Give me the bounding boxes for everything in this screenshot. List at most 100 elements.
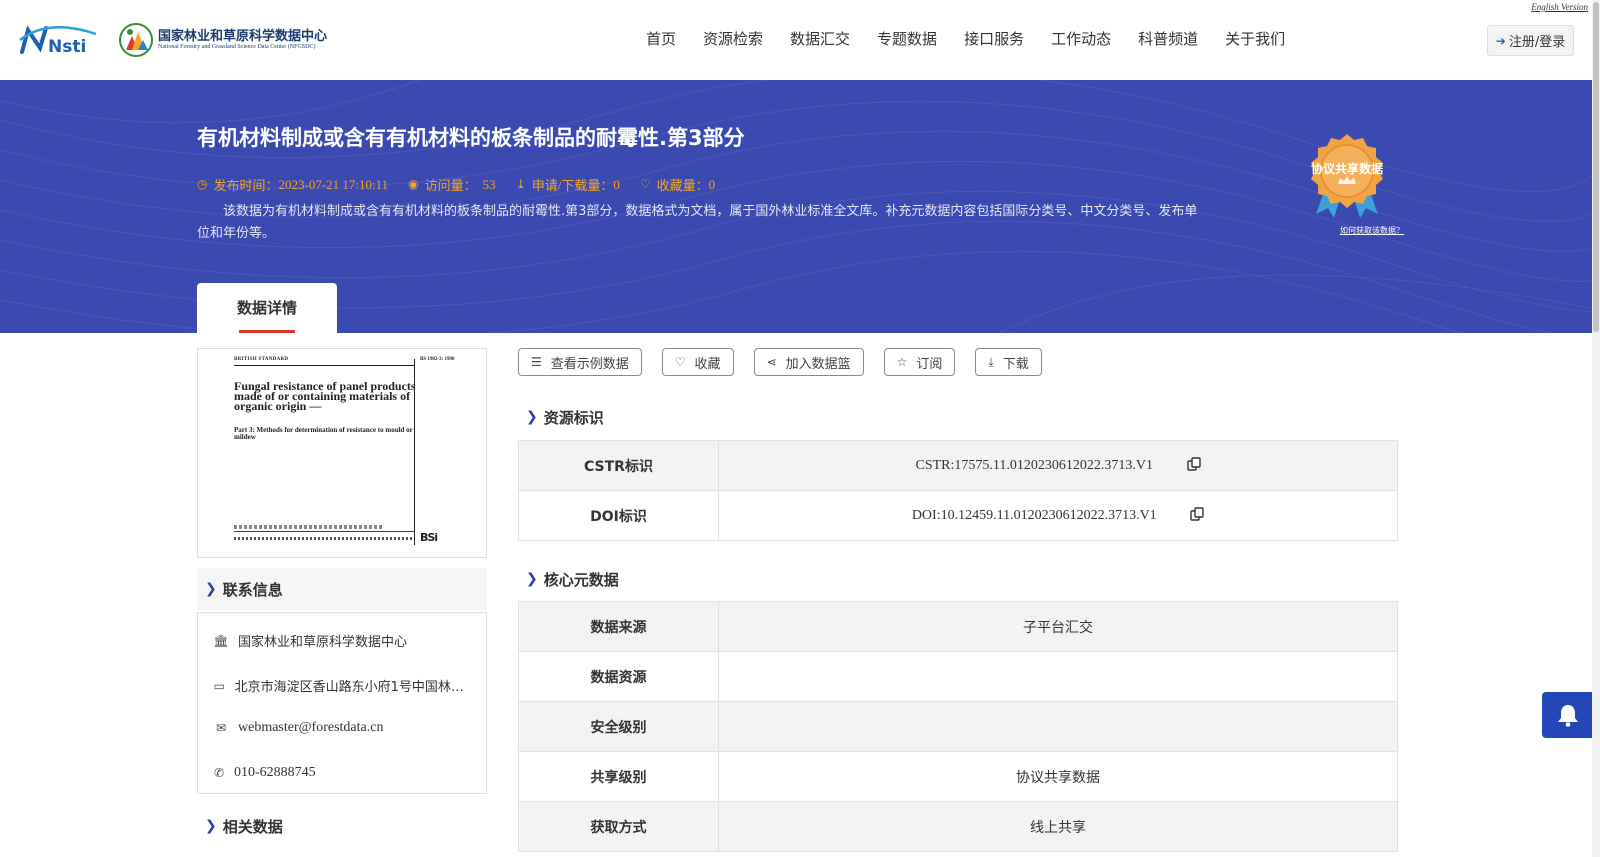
nsti-logo[interactable]: Nsti bbox=[18, 22, 98, 57]
add-to-basket-label: 加入数据篮 bbox=[785, 356, 851, 372]
document-cover: BRITISH STANDARD BS 1982-3: 1990 Fungal … bbox=[230, 355, 472, 551]
how-to-get-link[interactable]: 如何获取该数据？ bbox=[1340, 225, 1404, 236]
english-version-link[interactable]: English Version bbox=[1531, 2, 1588, 12]
subscribe-button[interactable]: ☆ 订阅 bbox=[883, 348, 956, 376]
cover-footer-rule bbox=[234, 531, 414, 532]
tab-data-detail[interactable]: 数据详情 bbox=[197, 283, 337, 333]
resource-id-heading-label: 资源标识 bbox=[543, 408, 604, 427]
view-sample-button[interactable]: ☰ 查看示例数据 bbox=[518, 348, 642, 376]
scrollbar-thumb[interactable] bbox=[1593, 2, 1599, 332]
dataset-title: 有机材料制成或含有有机材料的板条制品的耐霉性.第3部分 bbox=[197, 126, 745, 150]
nav-topic-data[interactable]: 专题数据 bbox=[877, 28, 937, 49]
main-nav: 首页 资源检索 数据汇交 专题数据 接口服务 工作动态 科普频道 关于我们 bbox=[646, 28, 1312, 49]
star-icon: ☆ bbox=[896, 355, 908, 369]
map-icon: ▭ bbox=[213, 678, 225, 693]
favorite-button[interactable]: ♡ 收藏 bbox=[661, 348, 734, 376]
chevron-right-icon: ❯ bbox=[526, 571, 538, 587]
phone-icon: ✆ bbox=[213, 766, 225, 780]
data-resource-key: 数据资源 bbox=[518, 651, 719, 702]
access-method-value: 线上共享 bbox=[718, 801, 1398, 852]
customer-service-button[interactable] bbox=[1542, 692, 1594, 738]
login-label: 注册/登录 bbox=[1508, 35, 1566, 50]
security-level-value bbox=[718, 701, 1398, 752]
nav-work-news[interactable]: 工作动态 bbox=[1051, 28, 1111, 49]
envelope-icon: ✉ bbox=[215, 721, 227, 735]
sign-in-icon: ➔ bbox=[1495, 33, 1506, 48]
bell-icon bbox=[1558, 705, 1578, 727]
document-thumbnail[interactable]: BRITISH STANDARD BS 1982-3: 1990 Fungal … bbox=[197, 348, 487, 558]
cover-rule bbox=[234, 365, 414, 366]
nfgsdc-name-cn: 国家林业和草原科学数据中心 bbox=[158, 29, 328, 44]
publish-time-value: 2023-07-21 17:10:11 bbox=[278, 176, 389, 192]
visit-count-label: 访问量： bbox=[424, 178, 477, 193]
bsi-logo: BSi bbox=[420, 531, 438, 544]
page-scrollbar[interactable] bbox=[1592, 0, 1600, 857]
favorite-count: ♡ 收藏量： 0 bbox=[640, 175, 715, 194]
contact-address-text: 北京市海淀区香山路东小府1号中国林业科学研究院 bbox=[234, 680, 474, 695]
cstr-value: CSTR:17575.11.0120230612022.3713.V1 bbox=[915, 458, 1154, 473]
dataset-description: 该数据为有机材料制成或含有有机材料的板条制品的耐霉性.第3部分，数据格式为文档，… bbox=[197, 204, 1198, 241]
contact-address: ▭ 北京市海淀区香山路东小府1号中国林业科学研究院 bbox=[212, 676, 474, 696]
contact-org: 🏛 国家林业和草原科学数据中心 bbox=[212, 631, 474, 651]
data-source-key: 数据来源 bbox=[518, 601, 719, 652]
cstr-key: CSTR标识 bbox=[518, 440, 719, 491]
nsti-logo-text: Nsti bbox=[48, 37, 86, 56]
copy-icon[interactable] bbox=[1186, 457, 1201, 471]
table-row: 获取方式 线上共享 bbox=[518, 801, 1398, 852]
cover-subtitle: Part 3: Methods for determination of res… bbox=[234, 426, 413, 441]
contact-heading-label: 联系信息 bbox=[222, 580, 283, 599]
nav-about-us[interactable]: 关于我们 bbox=[1225, 28, 1285, 49]
table-row: 数据来源 子平台汇交 bbox=[518, 601, 1398, 652]
chevron-right-icon: ❯ bbox=[205, 818, 217, 834]
add-to-basket-button[interactable]: ⋖ 加入数据篮 bbox=[753, 348, 864, 376]
subscribe-label: 订阅 bbox=[916, 356, 943, 372]
visit-count-value: 53 bbox=[482, 176, 496, 192]
download-count-value: 0 bbox=[613, 176, 620, 192]
resource-id-heading: ❯ 资源标识 bbox=[518, 396, 1398, 438]
eye-icon: ◉ bbox=[408, 177, 419, 191]
doi-key: DOI标识 bbox=[518, 490, 719, 541]
cover-footer-text bbox=[234, 537, 414, 540]
access-method-key: 获取方式 bbox=[518, 801, 719, 852]
cstr-cell: CSTR:17575.11.0120230612022.3713.V1 bbox=[718, 440, 1398, 491]
core-metadata-table: 数据来源 子平台汇交 数据资源 安全级别 共享级别 协议共享数据 获取方式 线上… bbox=[518, 601, 1398, 852]
contact-phone: ✆ 010-62888745 bbox=[212, 765, 474, 781]
login-button[interactable]: ➔ 注册/登录 bbox=[1487, 25, 1574, 56]
download-button[interactable]: ⤓ 下载 bbox=[975, 348, 1042, 376]
nfgsdc-logo[interactable]: 国家林业和草原科学数据中心 National Forestry and Gras… bbox=[118, 22, 348, 58]
nfgsdc-emblem-icon bbox=[119, 23, 153, 57]
share-icon: ⋖ bbox=[766, 355, 777, 369]
publish-time: ◷ 发布时间： 2023-07-21 17:10:11 bbox=[197, 175, 388, 194]
download-icon: ⤓ bbox=[515, 177, 526, 191]
nav-home[interactable]: 首页 bbox=[646, 28, 676, 49]
contact-heading: ❯ 联系信息 bbox=[197, 568, 487, 610]
tab-active-indicator bbox=[239, 330, 295, 333]
contact-email: ✉ webmaster@forestdata.cn bbox=[212, 720, 474, 736]
contact-phone-text: 010-62888745 bbox=[234, 765, 316, 780]
table-row: 共享级别 协议共享数据 bbox=[518, 751, 1398, 802]
related-heading: ❯ 相关数据 bbox=[197, 805, 487, 847]
table-row: 安全级别 bbox=[518, 701, 1398, 752]
action-bar: ☰ 查看示例数据 ♡ 收藏 ⋖ 加入数据篮 ☆ 订阅 ⤓ 下载 bbox=[518, 348, 1062, 376]
nav-resource-search[interactable]: 资源检索 bbox=[703, 28, 763, 49]
table-row: CSTR标识 CSTR:17575.11.0120230612022.3713.… bbox=[518, 440, 1398, 491]
cover-fine-print bbox=[234, 525, 384, 529]
favorite-count-label: 收藏量： bbox=[656, 178, 709, 193]
nfgsdc-name-en: National Forestry and Grassland Science … bbox=[158, 44, 316, 50]
download-icon: ⤓ bbox=[988, 354, 994, 369]
nav-api-service[interactable]: 接口服务 bbox=[964, 28, 1024, 49]
copy-icon[interactable] bbox=[1190, 507, 1204, 521]
standard-number: BS 1982-3: 1990 bbox=[420, 357, 455, 362]
favorite-label: 收藏 bbox=[694, 356, 721, 372]
heart-icon: ♡ bbox=[639, 177, 651, 191]
nav-science-channel[interactable]: 科普频道 bbox=[1138, 28, 1198, 49]
data-resource-value bbox=[718, 651, 1398, 702]
tab-data-detail-label: 数据详情 bbox=[236, 299, 297, 317]
bank-icon: 🏛 bbox=[213, 633, 229, 648]
table-row: DOI标识 DOI:10.12459.11.0120230612022.3713… bbox=[518, 490, 1398, 541]
contact-email-text: webmaster@forestdata.cn bbox=[238, 720, 384, 735]
download-label: 下载 bbox=[1002, 356, 1029, 372]
dataset-meta: ◷ 发布时间： 2023-07-21 17:10:11 ◉ 访问量： 53 ⤓ … bbox=[197, 175, 735, 194]
nav-data-submission[interactable]: 数据汇交 bbox=[790, 28, 850, 49]
standard-label: BRITISH STANDARD bbox=[234, 357, 289, 362]
